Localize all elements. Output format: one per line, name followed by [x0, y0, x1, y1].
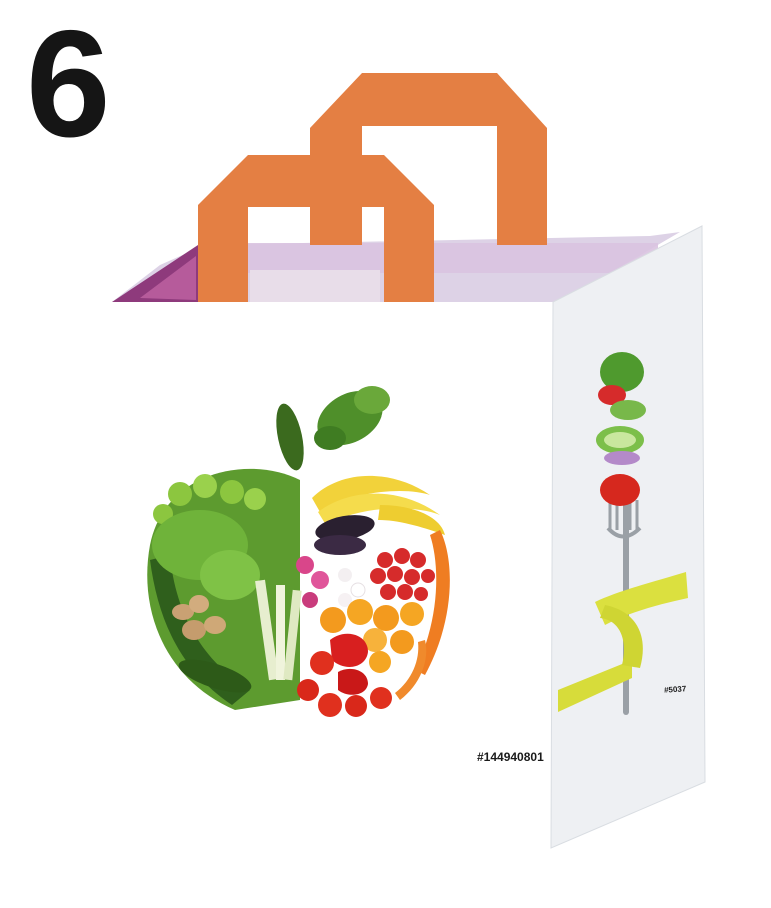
bag-illustration: [112, 73, 706, 902]
number-badge: 6: [26, 0, 111, 169]
shopping-bag-mockup: 6 #144940801 #5037: [0, 0, 771, 903]
front-stock-code: #144940801: [477, 750, 544, 764]
side-stock-code: #5037: [663, 684, 687, 695]
